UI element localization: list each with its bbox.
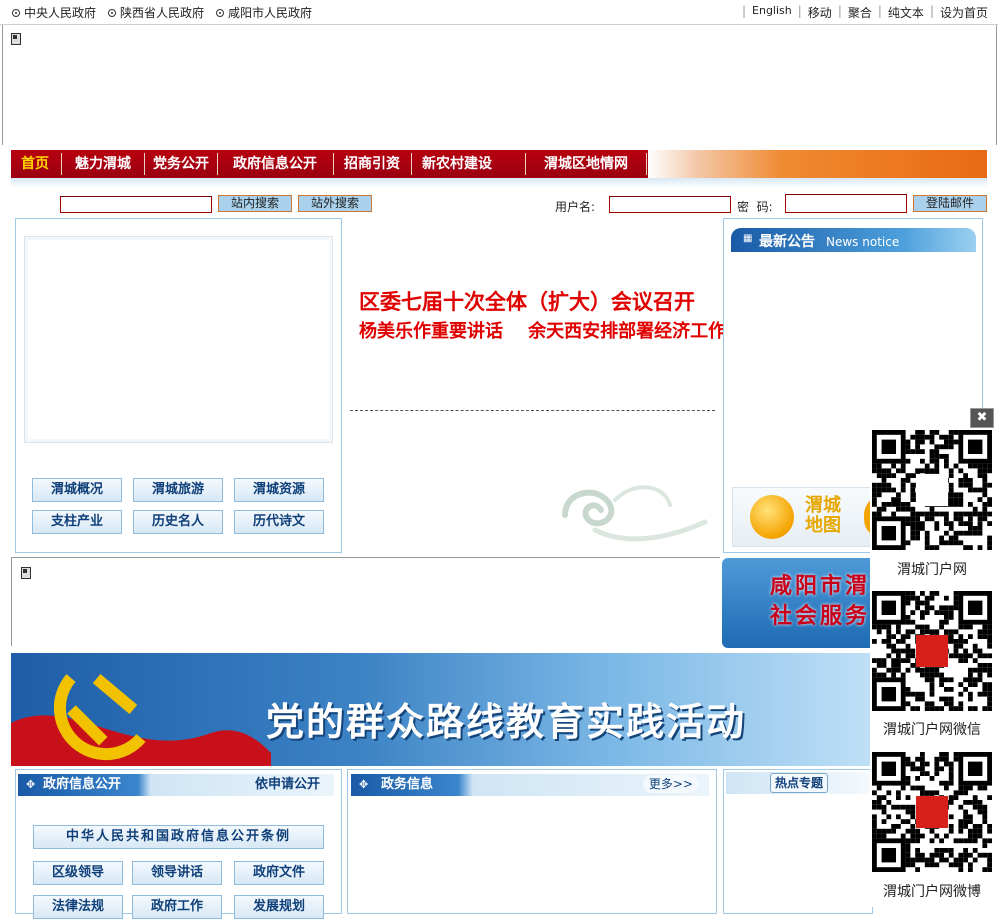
qr-code-portal[interactable] bbox=[872, 430, 992, 550]
notice-title: 最新公告 bbox=[759, 234, 815, 250]
nav-decoration bbox=[648, 150, 987, 178]
plugin-icon bbox=[11, 33, 21, 45]
hot-topics-header: 热点专题 bbox=[726, 772, 870, 794]
username-input[interactable] bbox=[609, 196, 731, 213]
grid-icon: ▦ bbox=[743, 233, 753, 244]
link-label[interactable]: 咸阳市人民政府 bbox=[228, 4, 312, 21]
web-search-button[interactable]: 站外搜索 bbox=[298, 195, 372, 212]
category-overview-button[interactable]: 渭城概况 bbox=[32, 478, 122, 502]
mail-login-button[interactable]: 登陆邮件 bbox=[913, 195, 987, 212]
qr-caption-wechat: 渭城门户网微信 bbox=[883, 722, 981, 738]
banner-text: 党的群众路线教育实践活动 bbox=[266, 700, 747, 744]
category-celebrities-button[interactable]: 历史名人 bbox=[133, 510, 223, 534]
link-set-homepage[interactable]: 设为首页 bbox=[940, 4, 988, 21]
hammer-sickle-icon bbox=[11, 673, 271, 766]
site-search-button[interactable]: 站内搜索 bbox=[218, 195, 292, 212]
qr-sidebar: 渭城门户网 渭城门户网微信 渭城门户网微博 bbox=[870, 428, 998, 907]
top-link-bar: 中央人民政府 陕西省人民政府 咸阳市人民政府 | English | 移动 | 聚合 … bbox=[0, 0, 998, 25]
bullet-icon: ✥ bbox=[26, 778, 36, 791]
link-label[interactable]: 中央人民政府 bbox=[24, 4, 96, 21]
affairs-title: 政务信息 bbox=[381, 777, 434, 792]
apply-disclosure-link[interactable]: 依申请公开 bbox=[255, 774, 320, 796]
close-icon[interactable]: ✖ bbox=[970, 408, 994, 428]
top-right-links: | English | 移动 | 聚合 | 纯文本 | 设为首页 bbox=[741, 4, 988, 21]
affairs-header: ✥ 政务信息 更多>> bbox=[351, 774, 709, 796]
category-tourism-button[interactable]: 渭城旅游 bbox=[133, 478, 223, 502]
bullet-icon: ✥ bbox=[359, 778, 369, 791]
laws-button[interactable]: 法律法规 bbox=[33, 895, 123, 919]
category-poetry-button[interactable]: 历代诗文 bbox=[234, 510, 324, 534]
disclosure-regulation-button[interactable]: 中华人民共和国政府信息公开条例 bbox=[33, 825, 324, 849]
link-rss[interactable]: 聚合 bbox=[848, 4, 872, 21]
secondary-flash-placeholder bbox=[11, 557, 720, 646]
qr-code-wechat[interactable] bbox=[872, 591, 992, 711]
education-campaign-banner[interactable]: 党的群众路线教育实践活动 bbox=[11, 653, 871, 766]
link-text-only[interactable]: 纯文本 bbox=[888, 4, 924, 21]
nav-party-affairs[interactable]: 党务公开 bbox=[145, 150, 217, 178]
header-flash-placeholder bbox=[2, 25, 997, 145]
leader-speeches-button[interactable]: 领导讲话 bbox=[132, 861, 222, 885]
gov-work-button[interactable]: 政府工作 bbox=[132, 895, 222, 919]
notice-subtitle: News notice bbox=[826, 235, 900, 249]
map-tile-text: 渭城地图 bbox=[805, 495, 841, 536]
qr-caption-portal: 渭城门户网 bbox=[897, 562, 967, 578]
qr-logo-icon bbox=[916, 635, 948, 667]
headline-line-2[interactable]: 杨美乐作重要讲话 余天西安排部署经济工作 bbox=[359, 317, 726, 343]
link-shaanxi-gov[interactable]: 陕西省人民政府 bbox=[108, 4, 204, 21]
nav-home[interactable]: 首页 bbox=[11, 150, 59, 178]
category-resources-button[interactable]: 渭城资源 bbox=[234, 478, 324, 502]
nav-charm[interactable]: 魅力渭城 bbox=[63, 150, 143, 178]
cloud-ornament-icon bbox=[562, 485, 708, 542]
bullet-icon bbox=[216, 8, 224, 17]
bullet-icon bbox=[12, 8, 20, 17]
left-feature-panel: 渭城概况 渭城旅游 渭城资源 支柱产业 历史名人 历代诗文 bbox=[15, 218, 342, 553]
category-industry-button[interactable]: 支柱产业 bbox=[32, 510, 122, 534]
password-input[interactable] bbox=[785, 194, 907, 213]
plugin-icon bbox=[21, 567, 31, 579]
gov-info-title: 政府信息公开 bbox=[43, 777, 122, 792]
qr-logo-icon bbox=[916, 474, 948, 506]
bullet-icon bbox=[108, 8, 116, 17]
headline-divider bbox=[350, 410, 715, 411]
username-label: 用户名: bbox=[555, 200, 596, 214]
nav-shadow bbox=[11, 178, 987, 188]
qr-code-weibo[interactable] bbox=[872, 752, 992, 872]
map-icon bbox=[750, 495, 794, 539]
nav-investment[interactable]: 招商引资 bbox=[334, 150, 410, 178]
gov-info-header: ✥ 政府信息公开 依申请公开 bbox=[18, 774, 334, 796]
qr-logo-icon bbox=[916, 796, 948, 828]
hot-topics-title: 热点专题 bbox=[770, 773, 829, 793]
password-label: 密 码: bbox=[737, 200, 773, 214]
link-xianyang-gov[interactable]: 咸阳市人民政府 bbox=[216, 4, 312, 21]
affairs-more-link[interactable]: 更多>> bbox=[642, 775, 699, 793]
gov-documents-button[interactable]: 政府文件 bbox=[234, 861, 324, 885]
nav-local-records[interactable]: 渭城区地情网 bbox=[526, 150, 646, 178]
nav-new-rural[interactable]: 新农村建设 bbox=[412, 150, 502, 178]
headline-line-1[interactable]: 区委七届十次全体（扩大）会议召开 bbox=[359, 286, 695, 316]
district-leaders-button[interactable]: 区级领导 bbox=[33, 861, 123, 885]
map-tile[interactable]: 渭城地图 bbox=[732, 487, 884, 547]
qr-caption-weibo: 渭城门户网微博 bbox=[883, 884, 981, 900]
link-central-gov[interactable]: 中央人民政府 bbox=[12, 4, 96, 21]
dev-plan-button[interactable]: 发展规划 bbox=[234, 895, 324, 919]
link-english[interactable]: English bbox=[752, 4, 792, 21]
notice-header: ▦ 最新公告 News notice bbox=[731, 228, 976, 252]
photo-frame[interactable] bbox=[24, 236, 333, 443]
nav-gov-info[interactable]: 政府信息公开 bbox=[218, 150, 332, 178]
social-service-tile[interactable]: 咸阳市渭城区社会服务 bbox=[722, 558, 872, 648]
link-mobile[interactable]: 移动 bbox=[808, 4, 832, 21]
link-label[interactable]: 陕西省人民政府 bbox=[120, 4, 204, 21]
search-input[interactable] bbox=[60, 196, 212, 213]
social-service-text: 咸阳市渭城区社会服务 bbox=[770, 574, 872, 629]
